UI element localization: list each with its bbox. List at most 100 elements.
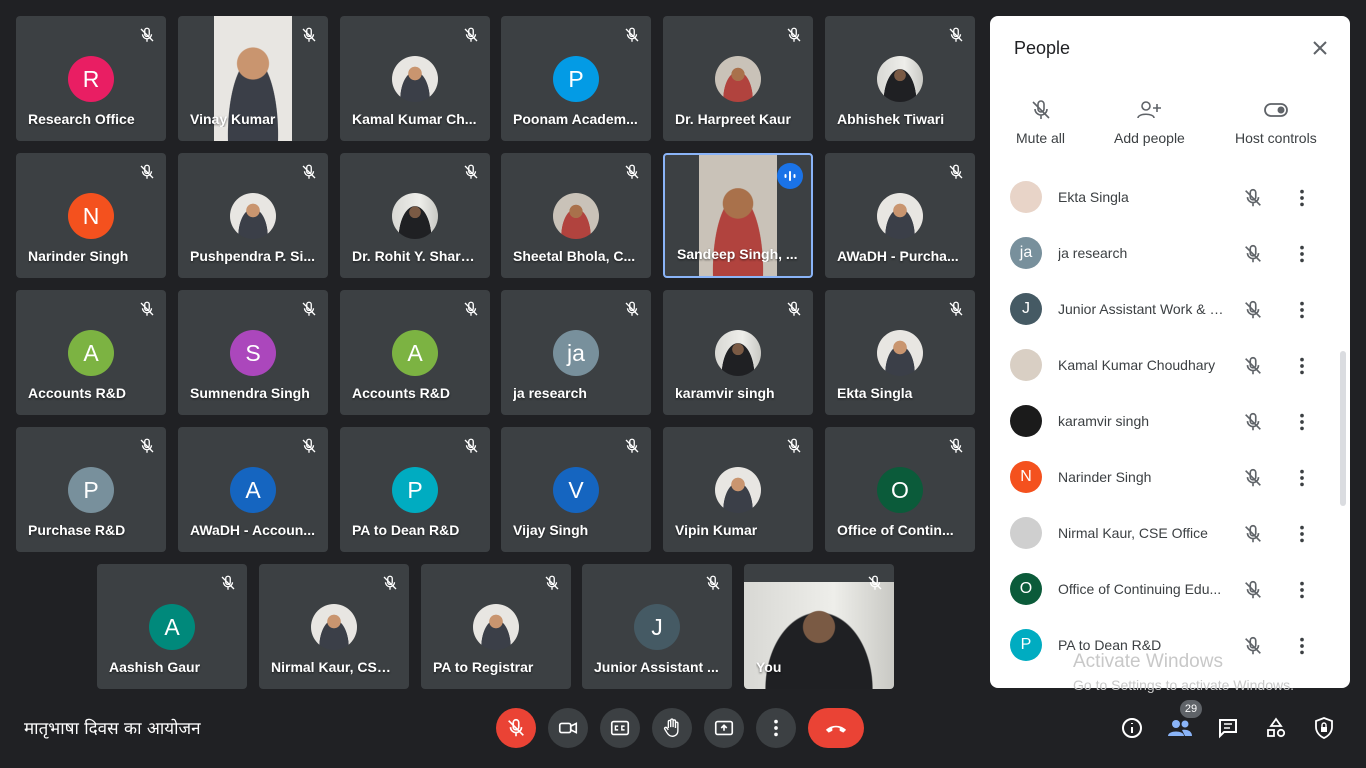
leave-call-button[interactable]: [808, 708, 864, 748]
avatar: P: [68, 467, 114, 513]
participant-name: AWaDH - Accoun...: [190, 522, 315, 538]
people-list-item[interactable]: Nirmal Kaur, CSE Office: [990, 505, 1350, 561]
meeting-details-button[interactable]: [1118, 714, 1146, 742]
people-list-item[interactable]: N Narinder Singh: [990, 449, 1350, 505]
more-options-button[interactable]: [756, 708, 796, 748]
participant-tile[interactable]: Dr. Rohit Y. Sharma: [340, 153, 490, 278]
participant-tile[interactable]: PA to Registrar: [421, 564, 571, 689]
mic-off-icon: [947, 163, 965, 181]
participant-name: Vipin Kumar: [675, 522, 758, 538]
activities-button[interactable]: [1262, 714, 1290, 742]
participant-tile[interactable]: R Research Office: [16, 16, 166, 141]
people-list-item[interactable]: karamvir singh: [990, 393, 1350, 449]
participant-tile[interactable]: V Vijay Singh: [501, 427, 651, 552]
mic-off-icon[interactable]: [1242, 523, 1264, 545]
participant-tile[interactable]: Sheetal Bhola, C...: [501, 153, 651, 278]
mute-all-button[interactable]: Mute all: [1016, 98, 1065, 146]
raise-hand-button[interactable]: [652, 708, 692, 748]
people-list-item[interactable]: ja ja research: [990, 225, 1350, 281]
mic-off-icon: [300, 26, 318, 44]
host-controls-toolbar-button[interactable]: [1310, 714, 1338, 742]
people-list-item[interactable]: Ekta Singla: [990, 169, 1350, 225]
participant-tile[interactable]: Ekta Singla: [825, 290, 975, 415]
add-people-button[interactable]: Add people: [1114, 98, 1185, 146]
participant-tile[interactable]: P Poonam Academ...: [501, 16, 651, 141]
avatar-photo: [715, 467, 761, 513]
participant-tile[interactable]: A AWaDH - Accoun...: [178, 427, 328, 552]
more-vert-icon[interactable]: [1290, 355, 1314, 377]
more-vert-icon[interactable]: [1290, 411, 1314, 433]
more-vert-icon[interactable]: [1290, 467, 1314, 489]
participant-tile[interactable]: A Accounts R&D: [16, 290, 166, 415]
participant-tile[interactable]: A Accounts R&D: [340, 290, 490, 415]
participant-tile[interactable]: Sandeep Singh, ...: [663, 153, 813, 278]
mic-off-icon[interactable]: [1242, 187, 1264, 209]
avatar: [1010, 181, 1042, 213]
participant-tile[interactable]: You: [744, 564, 894, 689]
avatar: A: [392, 330, 438, 376]
mic-off-icon[interactable]: [1242, 299, 1264, 321]
participant-tile[interactable]: AWaDH - Purcha...: [825, 153, 975, 278]
participant-tile[interactable]: S Sumnendra Singh: [178, 290, 328, 415]
participant-tile[interactable]: P Purchase R&D: [16, 427, 166, 552]
mic-off-icon: [138, 437, 156, 455]
close-panel-button[interactable]: [1308, 36, 1332, 60]
participant-tile[interactable]: ja ja research: [501, 290, 651, 415]
toggle-icon: [1263, 103, 1288, 117]
participant-name: AWaDH - Purcha...: [837, 248, 959, 264]
camera-toggle-button[interactable]: [548, 708, 588, 748]
participant-tile[interactable]: O Office of Contin...: [825, 427, 975, 552]
participant-name: Sheetal Bhola, C...: [513, 248, 636, 264]
avatar: A: [230, 467, 276, 513]
people-button[interactable]: [1166, 714, 1194, 742]
people-list-item[interactable]: Kamal Kumar Choudhary: [990, 337, 1350, 393]
participant-tile[interactable]: N Narinder Singh: [16, 153, 166, 278]
chat-button[interactable]: [1214, 714, 1242, 742]
person-name: Nirmal Kaur, CSE Office: [1058, 525, 1208, 541]
mic-off-icon: [300, 163, 318, 181]
participant-tile[interactable]: Vinay Kumar: [178, 16, 328, 141]
mic-off-icon: [138, 300, 156, 318]
participant-tile[interactable]: P PA to Dean R&D: [340, 427, 490, 552]
participant-count-badge: 29: [1180, 700, 1202, 718]
participant-tile[interactable]: Vipin Kumar: [663, 427, 813, 552]
host-controls-button[interactable]: Host controls: [1235, 98, 1317, 146]
participant-tile[interactable]: Kamal Kumar Ch...: [340, 16, 490, 141]
people-list-scrollbar[interactable]: [1340, 351, 1346, 506]
avatar: N: [1010, 461, 1042, 493]
more-vert-icon[interactable]: [1290, 635, 1314, 657]
mic-off-icon: [219, 574, 237, 592]
person-name: Ekta Singla: [1058, 189, 1129, 205]
more-vert-icon[interactable]: [1290, 187, 1314, 209]
participant-tile[interactable]: J Junior Assistant ...: [582, 564, 732, 689]
mic-off-icon: [543, 574, 561, 592]
people-list-item[interactable]: O Office of Continuing Edu...: [990, 561, 1350, 617]
participant-name: PA to Dean R&D: [352, 522, 460, 538]
participant-tile[interactable]: Pushpendra P. Si...: [178, 153, 328, 278]
more-vert-icon[interactable]: [1290, 243, 1314, 265]
participant-tile[interactable]: karamvir singh: [663, 290, 813, 415]
mic-off-icon[interactable]: [1242, 411, 1264, 433]
more-vert-icon[interactable]: [1290, 523, 1314, 545]
more-vert-icon[interactable]: [1290, 579, 1314, 601]
captions-button[interactable]: [600, 708, 640, 748]
participant-name: Accounts R&D: [28, 385, 127, 401]
mic-toggle-button[interactable]: [496, 708, 536, 748]
shield-lock-icon: [1315, 717, 1333, 739]
mic-off-icon: [704, 574, 722, 592]
present-screen-button[interactable]: [704, 708, 744, 748]
mic-off-icon: [947, 437, 965, 455]
participant-tile[interactable]: Nirmal Kaur, CSE ...: [259, 564, 409, 689]
mic-off-icon[interactable]: [1242, 243, 1264, 265]
participant-tile[interactable]: A Aashish Gaur: [97, 564, 247, 689]
people-list-item[interactable]: J Junior Assistant Work & E...: [990, 281, 1350, 337]
mic-off-icon[interactable]: [1242, 355, 1264, 377]
more-vert-icon[interactable]: [1290, 299, 1314, 321]
mic-off-icon[interactable]: [1242, 579, 1264, 601]
captions-icon: [610, 720, 630, 736]
participant-tile[interactable]: Dr. Harpreet Kaur: [663, 16, 813, 141]
mic-off-icon[interactable]: [1242, 467, 1264, 489]
participant-tile[interactable]: Abhishek Tiwari: [825, 16, 975, 141]
mic-off-icon[interactable]: [1242, 635, 1264, 657]
person-name: Junior Assistant Work & E...: [1058, 301, 1228, 317]
